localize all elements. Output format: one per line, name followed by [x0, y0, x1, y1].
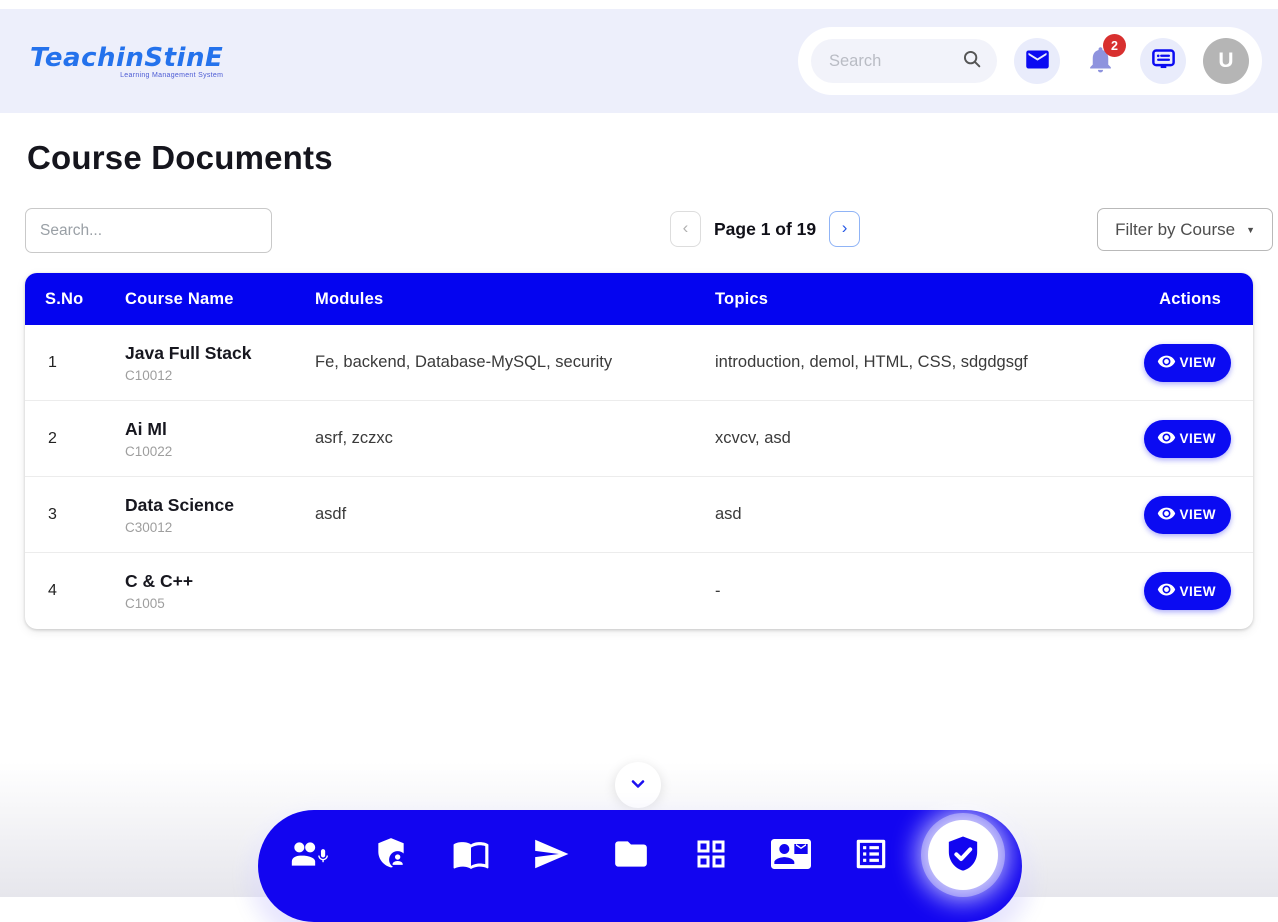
next-page-button[interactable]: › [829, 211, 860, 247]
eye-icon [1157, 504, 1176, 526]
course-code: C1005 [125, 596, 315, 611]
send-icon [532, 835, 570, 876]
view-button[interactable]: VIEW [1144, 420, 1231, 458]
shield-user-icon [372, 835, 410, 876]
chevron-right-icon: › [842, 218, 848, 238]
notifications-button[interactable]: 2 [1077, 38, 1123, 84]
course-code: C10012 [125, 368, 315, 383]
app-logo[interactable]: TeachinStinE Learning Management System [30, 43, 223, 79]
column-header-actions: Actions [1140, 290, 1233, 309]
verified-shield-icon [943, 834, 983, 877]
column-header-topics: Topics [715, 290, 1140, 309]
nav-users-mic[interactable] [288, 832, 334, 878]
logo-title: TeachinStinE [30, 43, 223, 73]
course-code: C10022 [125, 444, 315, 459]
row-course-name: Data Science C30012 [125, 495, 315, 535]
row-topics: xcvcv, asd [715, 429, 1140, 448]
course-documents-table: S.No Course Name Modules Topics Actions … [25, 273, 1253, 629]
view-button-label: VIEW [1179, 431, 1216, 446]
topbar-search-input[interactable] [829, 52, 961, 71]
mail-icon [1024, 46, 1051, 76]
view-button-label: VIEW [1179, 507, 1216, 522]
view-button[interactable]: VIEW [1144, 572, 1231, 610]
pagination: ‹ Page 1 of 19 › [670, 211, 860, 247]
eye-icon [1157, 580, 1176, 602]
row-sno: 3 [45, 506, 125, 524]
nav-list[interactable] [848, 832, 894, 878]
view-button-label: VIEW [1179, 584, 1216, 599]
open-book-icon [452, 835, 490, 876]
nav-verified-shield-active[interactable] [928, 820, 998, 890]
nav-shield-user[interactable] [368, 832, 414, 878]
folder-icon [612, 835, 650, 876]
row-sno: 4 [45, 582, 125, 600]
page-indicator: Page 1 of 19 [714, 219, 816, 240]
nav-folder[interactable] [608, 832, 654, 878]
nav-send[interactable] [528, 832, 574, 878]
dashboard-grid-icon [693, 836, 729, 875]
topbar-actions: 2 U [798, 27, 1262, 95]
avatar-initial: U [1218, 49, 1233, 73]
row-modules: asrf, zczxc [315, 429, 715, 448]
nav-dashboard[interactable] [688, 832, 734, 878]
course-code: C30012 [125, 520, 315, 535]
filter-by-course-dropdown[interactable]: Filter by Course ▼ [1097, 208, 1273, 251]
table-controls: ‹ Page 1 of 19 › Filter by Course ▼ [25, 208, 1253, 253]
row-course-name: Ai Ml C10022 [125, 419, 315, 459]
table-row: 2 Ai Ml C10022 asrf, zczxc xcvcv, asd VI… [25, 401, 1253, 477]
column-header-course-name: Course Name [125, 290, 315, 309]
chevron-left-icon: ‹ [683, 218, 689, 238]
messages-icon [1150, 46, 1177, 76]
view-button-label: VIEW [1179, 355, 1216, 370]
column-header-sno: S.No [45, 290, 125, 309]
logo-tagline: Learning Management System [30, 72, 223, 79]
row-modules: Fe, backend, Database-MySQL, security [315, 353, 715, 372]
row-topics: asd [715, 505, 1140, 524]
prev-page-button[interactable]: ‹ [670, 211, 701, 247]
documents-search-input[interactable] [25, 208, 272, 253]
topbar-search [811, 39, 997, 83]
table-row: 4 C & C++ C1005 - VIEW [25, 553, 1253, 629]
list-icon [852, 835, 890, 876]
row-topics: introduction, demol, HTML, CSS, sdgdgsgf [715, 353, 1140, 372]
eye-icon [1157, 428, 1176, 450]
row-course-name: C & C++ C1005 [125, 571, 315, 611]
nav-contact-mail[interactable] [768, 832, 814, 878]
row-course-name: Java Full Stack C10012 [125, 343, 315, 383]
contact-mail-icon [771, 834, 811, 877]
row-modules: asdf [315, 505, 715, 524]
search-icon [961, 48, 983, 75]
mail-button[interactable] [1014, 38, 1060, 84]
avatar[interactable]: U [1203, 38, 1249, 84]
page-title: Course Documents [27, 139, 333, 177]
notification-badge: 2 [1103, 34, 1126, 57]
table-header-row: S.No Course Name Modules Topics Actions [25, 273, 1253, 325]
eye-icon [1157, 352, 1176, 374]
view-button[interactable]: VIEW [1144, 496, 1231, 534]
nav-courses-book[interactable] [448, 832, 494, 878]
users-mic-icon [291, 834, 331, 877]
row-sno: 2 [45, 430, 125, 448]
row-sno: 1 [45, 354, 125, 372]
chevron-down-icon [628, 774, 648, 797]
column-header-modules: Modules [315, 290, 715, 309]
messages-button[interactable] [1140, 38, 1186, 84]
table-row: 3 Data Science C30012 asdf asd VIEW [25, 477, 1253, 553]
top-bar: TeachinStinE Learning Management System [0, 9, 1278, 113]
row-topics: - [715, 582, 1140, 601]
table-row: 1 Java Full Stack C10012 Fe, backend, Da… [25, 325, 1253, 401]
filter-label: Filter by Course [1115, 220, 1235, 240]
caret-down-icon: ▼ [1246, 225, 1255, 235]
collapse-nav-button[interactable] [615, 762, 661, 808]
view-button[interactable]: VIEW [1144, 344, 1231, 382]
bottom-navigation [258, 810, 1022, 922]
